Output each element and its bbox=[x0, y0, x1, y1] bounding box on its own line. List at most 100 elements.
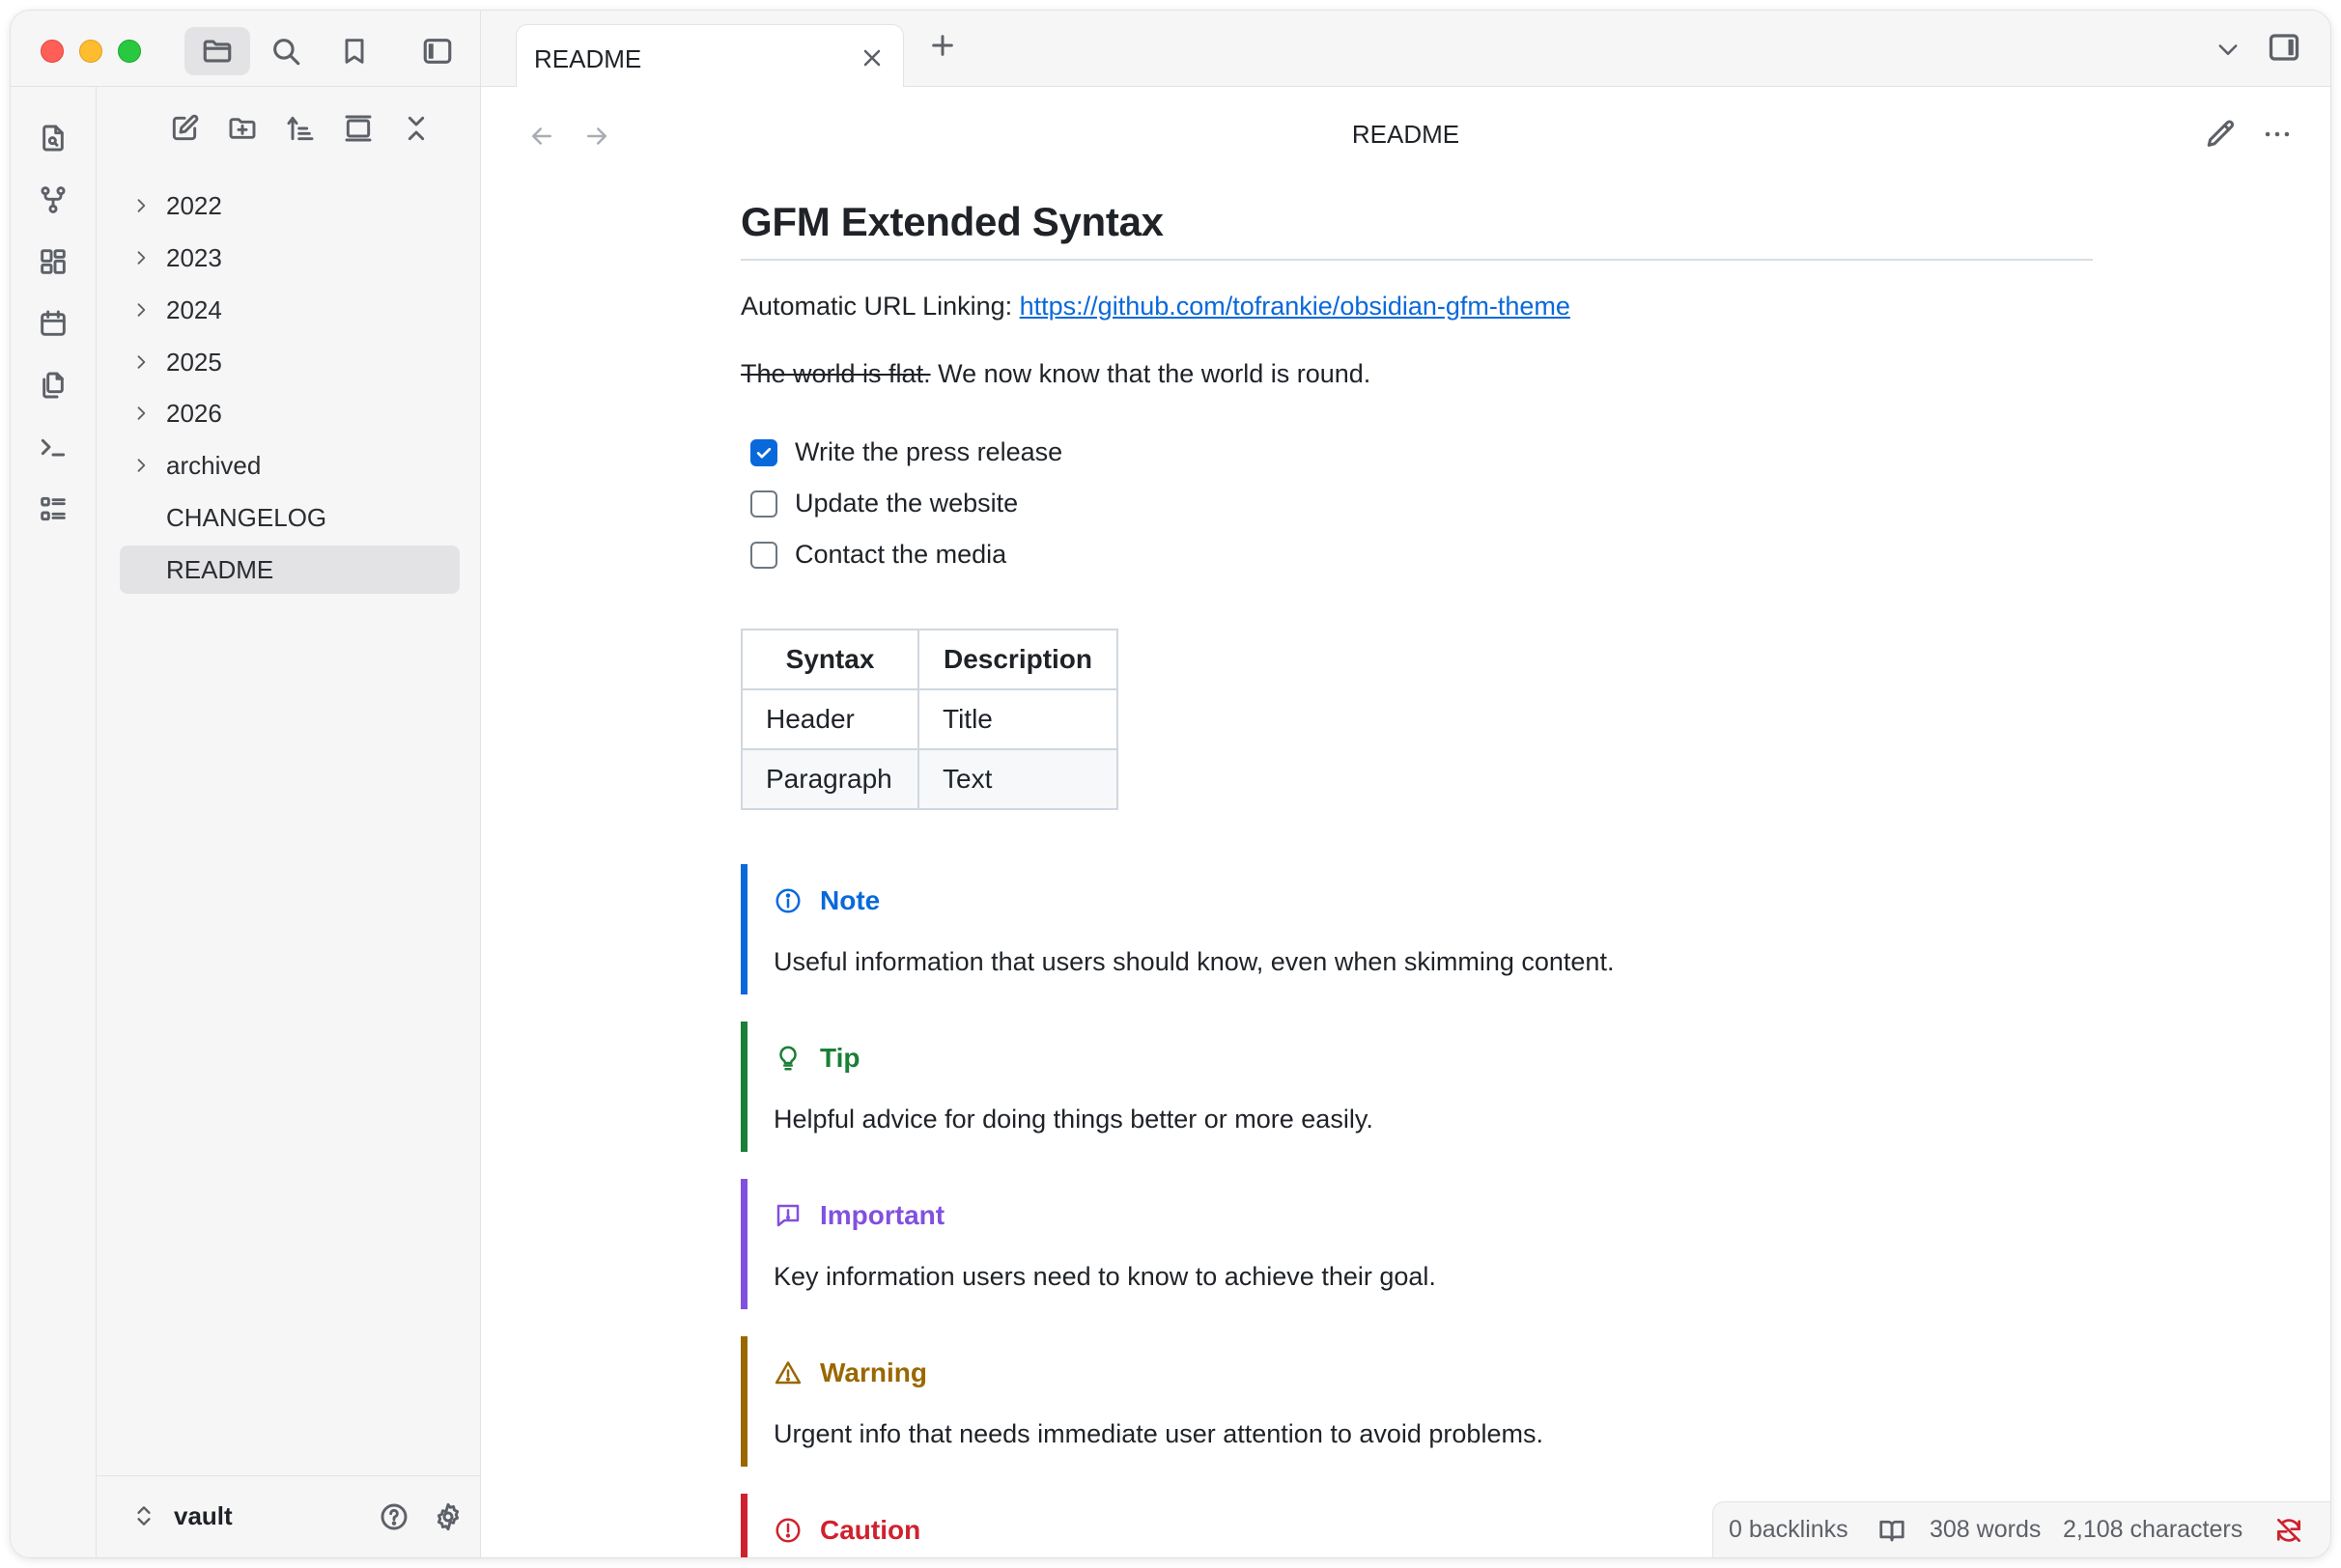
backlinks-count[interactable]: 0 backlinks bbox=[1729, 1516, 1848, 1544]
tree-folder-2024[interactable]: 2024 bbox=[120, 286, 460, 334]
table-cell: Header bbox=[741, 688, 919, 750]
sort-asc-icon bbox=[287, 116, 314, 141]
open-graph-view-button[interactable] bbox=[27, 174, 79, 226]
callout-body: Urgent info that needs immediate user at… bbox=[774, 1419, 1543, 1448]
table-row: Paragraph Text bbox=[741, 748, 1118, 810]
task-checkbox[interactable] bbox=[750, 490, 777, 518]
toggle-left-sidebar-button[interactable] bbox=[405, 27, 470, 75]
tree-item-label: README bbox=[166, 554, 274, 584]
open-canvas-button[interactable] bbox=[27, 236, 79, 288]
terminal-icon bbox=[41, 438, 66, 457]
table-header-cell: Description bbox=[917, 629, 1118, 690]
callout-header[interactable]: Note bbox=[774, 882, 880, 920]
task-label: Update the website bbox=[795, 489, 1019, 518]
sidebar-right-icon[interactable] bbox=[2267, 30, 2301, 65]
chevron-right-icon bbox=[137, 199, 146, 212]
more-options-icon[interactable] bbox=[2261, 118, 2294, 151]
calendar-icon bbox=[41, 310, 66, 336]
files-icon bbox=[42, 372, 64, 399]
tree-item-label: CHANGELOG bbox=[166, 502, 327, 532]
view-title[interactable]: README bbox=[481, 120, 2330, 150]
close-window-button[interactable] bbox=[41, 40, 64, 63]
open-daily-note-button[interactable] bbox=[27, 297, 79, 350]
new-folder-button[interactable] bbox=[218, 104, 267, 153]
tree-folder-2025[interactable]: 2025 bbox=[120, 338, 460, 386]
task-item: Write the press release bbox=[741, 427, 2093, 478]
chevron-right-icon bbox=[137, 406, 146, 420]
editor-content[interactable]: GFM Extended Syntax Automatic URL Linkin… bbox=[481, 176, 2330, 1557]
paragraph-text: We now know that the world is round. bbox=[930, 359, 1371, 388]
table-cell: Title bbox=[917, 688, 1118, 750]
tab-readme[interactable]: README bbox=[516, 24, 904, 88]
doc-heading: GFM Extended Syntax bbox=[741, 176, 2093, 261]
task-label: Contact the media bbox=[795, 540, 1007, 569]
tree-item-label: 2025 bbox=[166, 347, 222, 377]
callout-header[interactable]: Warning bbox=[774, 1354, 927, 1392]
callout-header[interactable]: Important bbox=[774, 1196, 945, 1235]
open-command-palette-button[interactable] bbox=[27, 421, 79, 473]
change-sort-order-button[interactable] bbox=[276, 104, 324, 153]
tree-item-label: 2026 bbox=[166, 398, 222, 428]
github-link[interactable]: https://github.com/tofrankie/obsidian-gf… bbox=[1020, 292, 1570, 321]
callout-body: Key information users need to know to ac… bbox=[774, 1262, 1436, 1291]
minimize-window-button[interactable] bbox=[79, 40, 102, 63]
new-tab-icon[interactable] bbox=[927, 30, 958, 61]
table-row: Header Title bbox=[741, 688, 1118, 750]
tree-file-changelog[interactable]: CHANGELOG bbox=[120, 493, 460, 542]
close-tab-icon[interactable] bbox=[859, 44, 886, 71]
zoom-window-button[interactable] bbox=[118, 40, 141, 63]
open-quick-switcher-button[interactable] bbox=[27, 112, 79, 164]
tree-item-label: 2022 bbox=[166, 190, 222, 220]
tree-item-label: archived bbox=[166, 450, 262, 480]
pencil-icon[interactable] bbox=[2205, 118, 2238, 151]
bookmark-icon bbox=[345, 39, 364, 64]
task-label: Write the press release bbox=[795, 437, 1063, 466]
help-icon[interactable] bbox=[379, 1501, 409, 1532]
callout-bar bbox=[741, 1494, 747, 1557]
sync-error-icon[interactable] bbox=[2273, 1515, 2304, 1546]
task-checkbox-checked[interactable] bbox=[750, 438, 777, 466]
callout-warning: Warning Urgent info that needs immediate… bbox=[741, 1336, 2093, 1467]
markdown-table: Syntax Description Header Title Paragrap… bbox=[741, 629, 1118, 810]
auto-reveal-button[interactable] bbox=[334, 104, 382, 153]
callout-title: Important bbox=[820, 1200, 945, 1230]
chevron-right-icon bbox=[137, 303, 146, 317]
settings-gear-icon[interactable] bbox=[433, 1501, 464, 1532]
callout-title: Warning bbox=[820, 1358, 927, 1387]
tab-title: README bbox=[534, 44, 642, 73]
report-icon bbox=[776, 1204, 800, 1227]
alert-icon bbox=[775, 1361, 802, 1385]
status-bar: 0 backlinks 308 words 2,108 characters bbox=[1712, 1501, 2330, 1557]
git-fork-icon bbox=[41, 186, 66, 213]
tree-folder-2026[interactable]: 2026 bbox=[120, 389, 460, 437]
insert-template-button[interactable] bbox=[27, 359, 79, 411]
tree-folder-archived[interactable]: archived bbox=[120, 441, 460, 490]
new-note-button[interactable] bbox=[160, 104, 209, 153]
search-tab-button[interactable] bbox=[253, 27, 319, 75]
files-tab-button[interactable] bbox=[184, 27, 250, 75]
tree-folder-2022[interactable]: 2022 bbox=[120, 182, 460, 230]
callout-tip: Tip Helpful advice for doing things bett… bbox=[741, 1022, 2093, 1152]
book-open-icon[interactable] bbox=[1877, 1516, 1906, 1545]
tree-item-label: 2023 bbox=[166, 242, 222, 272]
strikethrough-paragraph: The world is flat. We now know that the … bbox=[741, 355, 2093, 392]
table-header-cell: Syntax bbox=[741, 629, 919, 690]
collapse-all-button[interactable] bbox=[392, 104, 440, 153]
chevron-down-icon[interactable] bbox=[2214, 36, 2242, 63]
task-list: Write the press release Update the websi… bbox=[741, 427, 2093, 580]
callout-header[interactable]: Tip bbox=[774, 1039, 860, 1078]
callout-body: Helpful advice for doing things better o… bbox=[774, 1105, 1373, 1134]
tree-folder-2023[interactable]: 2023 bbox=[120, 234, 460, 282]
bookmarks-tab-button[interactable] bbox=[322, 27, 387, 75]
tree-file-readme[interactable]: README bbox=[120, 546, 460, 594]
callout-title: Tip bbox=[820, 1043, 860, 1073]
vault-name[interactable]: vault bbox=[174, 1501, 233, 1531]
callout-header[interactable]: Caution bbox=[774, 1511, 920, 1550]
callout-list: Note Useful information that users shoul… bbox=[741, 864, 2093, 1557]
strikethrough-text: The world is flat. bbox=[741, 359, 931, 388]
info-icon bbox=[776, 888, 801, 913]
task-checkbox[interactable] bbox=[750, 541, 777, 569]
edit-icon bbox=[172, 114, 199, 141]
open-outline-button[interactable] bbox=[27, 483, 79, 535]
character-count: 2,108 characters bbox=[2063, 1516, 2243, 1543]
